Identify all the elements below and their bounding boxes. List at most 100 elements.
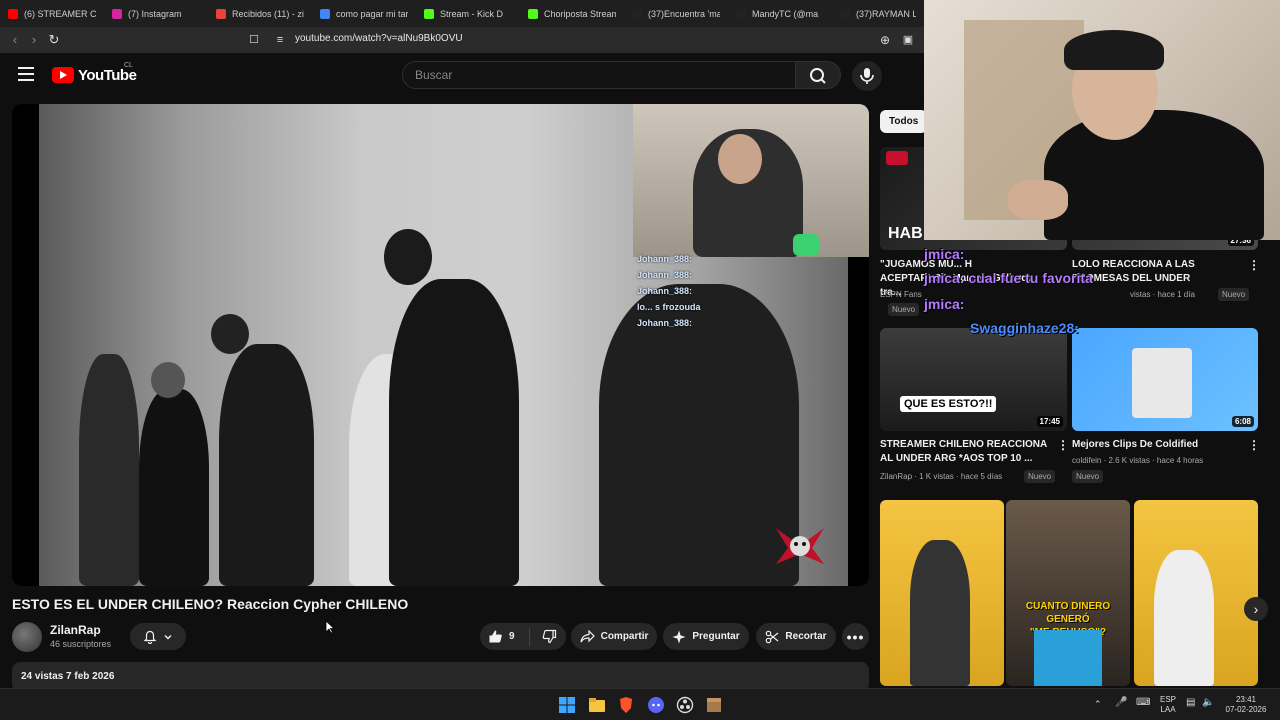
chat-message: jmica: <box>924 246 965 262</box>
browser-tab[interactable]: (37)RAYMAN LEGE <box>832 0 924 27</box>
search-box[interactable] <box>402 61 796 89</box>
tray-expand-icon[interactable]: ⌃ <box>1094 699 1102 709</box>
reload-icon[interactable]: ↻ <box>45 31 63 49</box>
back-icon[interactable]: ‹ <box>6 31 24 49</box>
more-vertical-icon[interactable]: ⋮ <box>1248 438 1260 452</box>
subscription-bell-button[interactable] <box>130 623 186 650</box>
youtube-header: YouTube CL <box>0 53 924 98</box>
browser-tab[interactable]: Recibidos (11) - zila <box>208 0 312 27</box>
youtube-logo[interactable]: YouTube CL <box>52 62 137 84</box>
tab-label: Recibidos (11) - zila <box>232 8 304 19</box>
obs-icon[interactable] <box>676 696 694 714</box>
bell-icon <box>143 630 157 644</box>
share-button[interactable]: Compartir <box>571 623 657 650</box>
browser-tab[interactable]: MandyTC (@ma <box>728 0 832 27</box>
keyboard-layout: LAA <box>1160 705 1176 714</box>
browser-tab[interactable]: como pagar mi tarj <box>312 0 416 27</box>
short-figure <box>910 540 970 686</box>
thumbs-down-icon[interactable] <box>542 629 557 644</box>
brave-browser-icon[interactable] <box>617 696 635 714</box>
streamer-hair <box>1064 30 1164 70</box>
more-vertical-icon[interactable]: ⋮ <box>1057 438 1069 452</box>
video-figure <box>139 389 209 586</box>
clip-button[interactable]: Recortar <box>756 623 836 650</box>
logo-text: YouTube <box>78 66 137 84</box>
new-badge: Nuevo <box>1072 470 1104 483</box>
browser-tab[interactable]: (7) Instagram <box>104 0 208 27</box>
video-duration: 17:45 <box>1036 416 1063 427</box>
new-badge: Nuevo <box>1218 288 1250 301</box>
shorts-next-button[interactable]: › <box>1244 597 1268 621</box>
cast-icon[interactable]: ▣ <box>899 31 917 49</box>
new-badge: Nuevo <box>888 303 920 316</box>
like-button[interactable]: 9 <box>488 629 515 644</box>
chat-line: Johann_388: <box>637 286 693 296</box>
video-duration: 6:08 <box>1231 416 1254 427</box>
network-icon[interactable]: ▤ <box>1186 698 1195 708</box>
forward-icon[interactable]: › <box>25 31 43 49</box>
channel-logo-icon <box>886 151 908 165</box>
microphone-tray-icon[interactable]: 🎤 <box>1115 698 1127 708</box>
video-chat-overlay: Johann_388: Johann_388: Johann_388: lo..… <box>637 254 837 334</box>
more-vertical-icon[interactable]: ⋮ <box>1248 258 1260 272</box>
bookmark-icon[interactable]: ☐ <box>245 31 263 49</box>
ask-button[interactable]: Preguntar <box>663 623 749 650</box>
stream-chat-overlay: jmica: jmica: cual fue tu favorita jmica… <box>924 246 1184 344</box>
tab-favicon-icon <box>840 8 850 19</box>
short-thumbnail[interactable] <box>880 500 1004 686</box>
package-app-icon[interactable] <box>705 696 723 714</box>
channel-name[interactable]: ZilanRap <box>50 623 101 637</box>
search-button[interactable] <box>795 61 841 89</box>
browser-tab-bar: (6) STREAMER CHILE (7) Instagram Recibidos… <box>0 0 924 27</box>
youtube-play-icon <box>52 67 74 83</box>
browser-tab[interactable]: (6) STREAMER CHILE <box>0 0 104 27</box>
address-bar: ‹ › ↻ ☐ ≡ youtube.com/watch?v=alNu9Bk0OV… <box>0 27 924 53</box>
sparkle-icon <box>672 630 686 643</box>
tab-label: (37)Encuentra 'mar <box>648 8 720 19</box>
video-figure-head <box>211 314 249 354</box>
channel-avatar[interactable] <box>12 622 42 652</box>
file-explorer-icon[interactable] <box>588 696 606 714</box>
video-title-line[interactable]: Mejores Clips De Coldified <box>1072 438 1242 452</box>
clock-date: 07-02-2026 <box>1225 705 1267 714</box>
more-actions-button[interactable]: ••• <box>842 623 869 650</box>
browser-tab[interactable]: Stream - Kick D <box>416 0 520 27</box>
filter-chip-todos[interactable]: Todos <box>880 110 928 133</box>
discord-icon[interactable] <box>647 696 665 714</box>
volume-icon[interactable]: 🔈 <box>1202 698 1214 708</box>
language-indicator[interactable]: ESP LAA <box>1160 695 1176 715</box>
video-title: ESTO ES EL UNDER CHILENO? Reaccion Cyphe… <box>12 596 409 612</box>
tab-label: Stream - Kick D <box>440 8 504 19</box>
tab-label: (6) STREAMER CHILE <box>24 8 96 19</box>
zoom-icon[interactable]: ⊕ <box>876 31 894 49</box>
url-text[interactable]: youtube.com/watch?v=alNu9Bk0OVU <box>295 33 463 44</box>
green-object <box>793 234 819 256</box>
share-label: Compartir <box>600 631 649 642</box>
like-divider <box>528 627 530 646</box>
mouse-cursor-icon <box>325 620 335 634</box>
thumbs-up-icon <box>489 630 502 643</box>
chat-message: jmica: <box>924 296 965 312</box>
video-figure <box>79 354 139 586</box>
browser-tab[interactable]: Choriposta Stream <box>520 0 624 27</box>
voice-search-button[interactable] <box>852 61 882 91</box>
site-info-icon[interactable]: ≡ <box>271 31 289 49</box>
video-player[interactable]: Johann_388: Johann_388: Johann_388: lo..… <box>12 104 869 586</box>
region-code: CL <box>124 62 133 69</box>
chevron-down-icon <box>164 634 172 639</box>
menu-icon[interactable] <box>18 67 34 81</box>
video-title-line[interactable]: STREAMER CHILENO REACCIONA AL UNDER ARG *… <box>880 438 1055 466</box>
windows-start-icon[interactable] <box>558 696 576 714</box>
tab-favicon-icon <box>528 8 538 19</box>
keyboard-tray-icon[interactable]: ⌨ <box>1136 698 1150 708</box>
tab-favicon-icon <box>320 8 330 19</box>
chat-message: Swagginhaze28: <box>970 320 1079 336</box>
clock[interactable]: 23:41 07-02-2026 <box>1224 695 1268 715</box>
short-thumbnail[interactable]: CUANTO DINERO GENERÓ"ME REHUSO"? <box>1006 500 1130 686</box>
short-thumbnail[interactable] <box>1134 500 1258 686</box>
thumbnail-text: HAB <box>888 225 923 242</box>
views-and-date: 24 vistas 7 feb 2026 <box>21 671 115 682</box>
browser-tab[interactable]: (37)Encuentra 'mar <box>624 0 728 27</box>
video-meta: coldifein · 2.6 K vistas · hace 4 horas <box>1072 456 1204 465</box>
search-input[interactable] <box>403 62 795 88</box>
